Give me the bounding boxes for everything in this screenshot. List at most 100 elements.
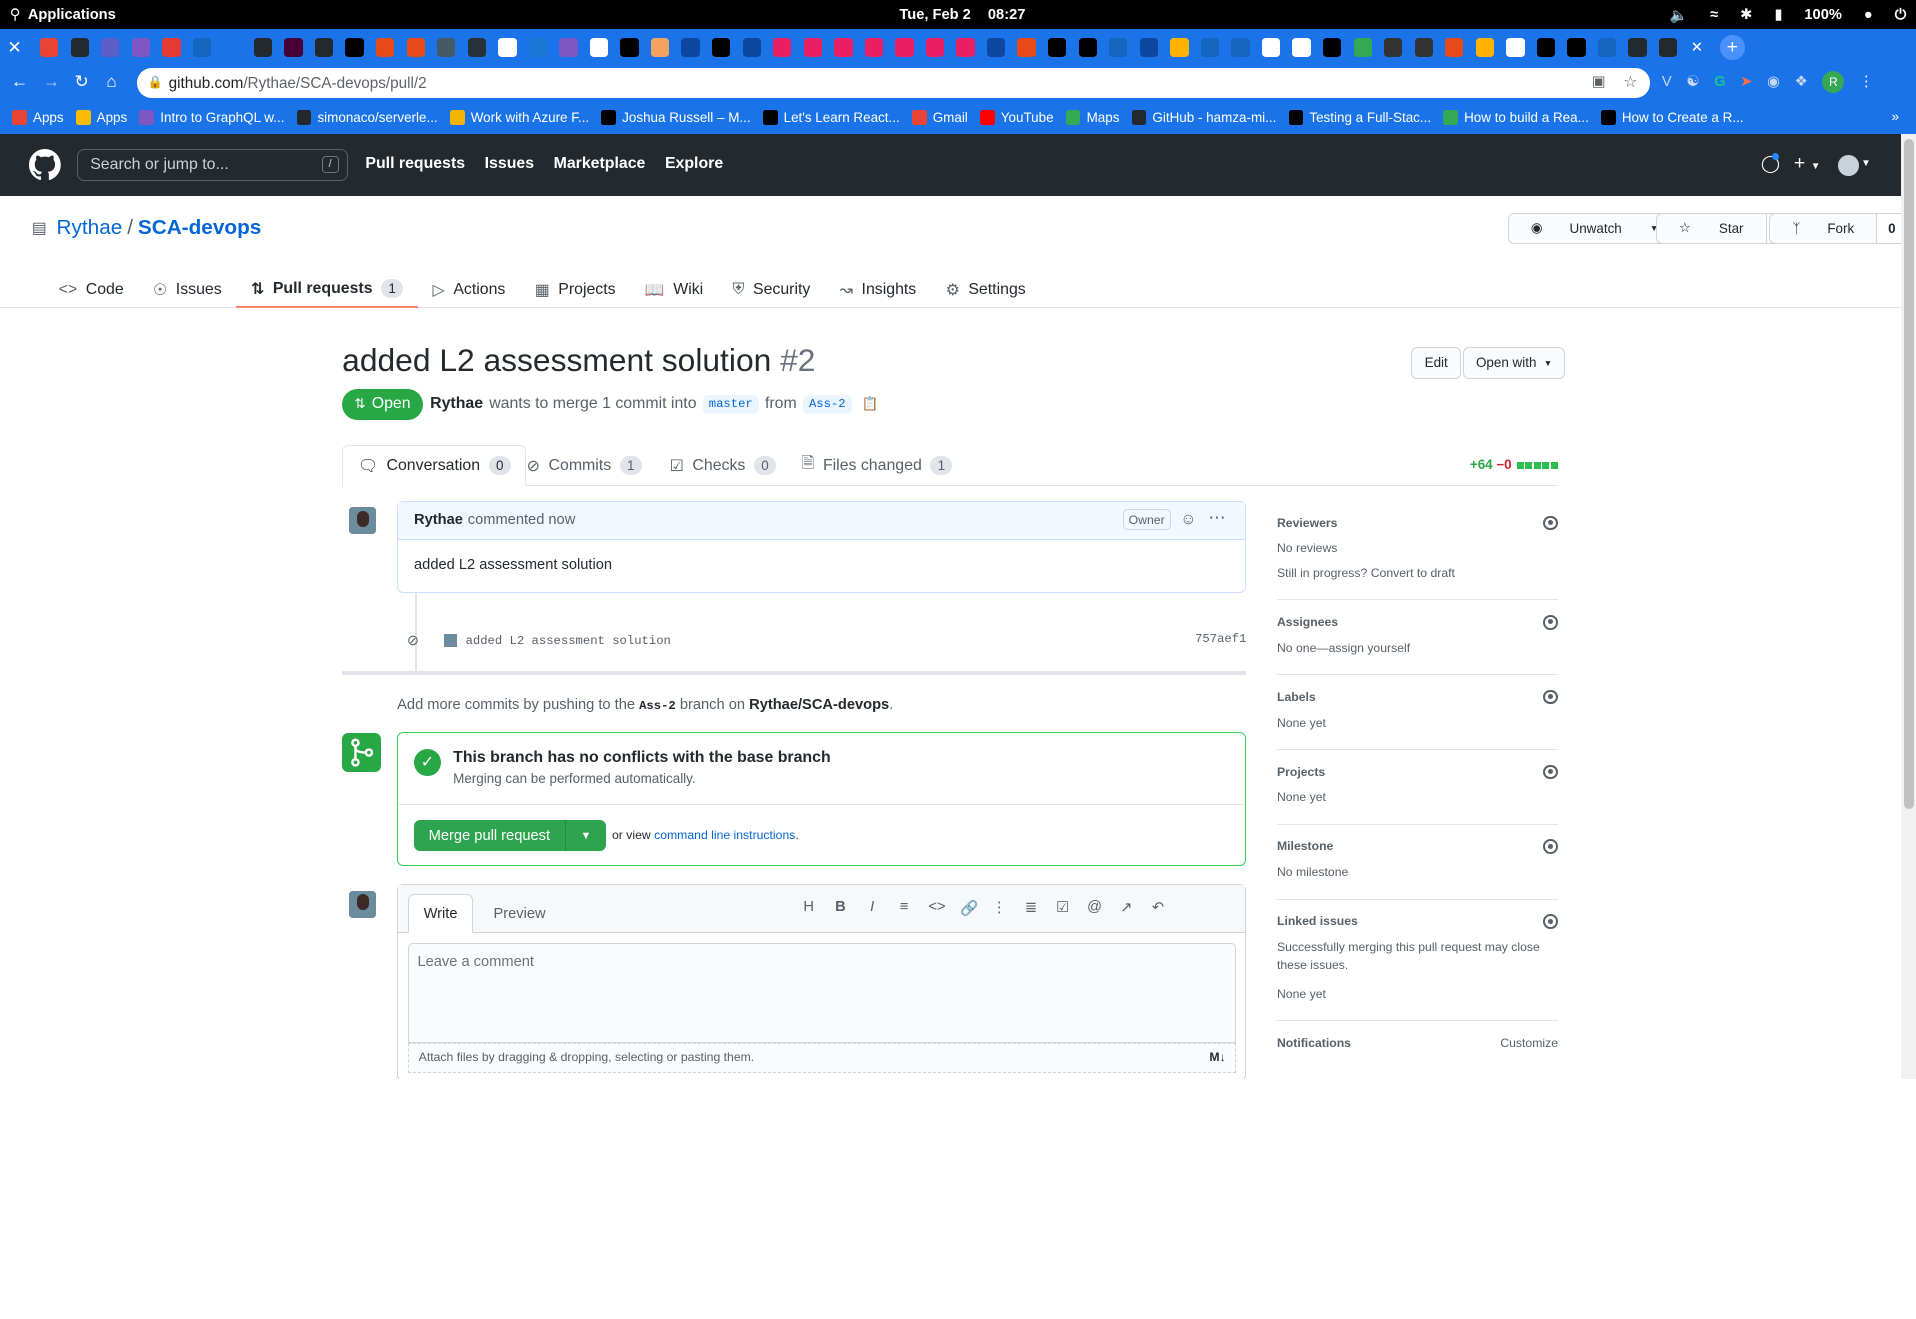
browser-tab-favicon-icon[interactable] (1261, 38, 1281, 57)
browser-tab-favicon-icon[interactable] (864, 38, 884, 57)
tab-wiki[interactable]: 📖 Wiki (630, 271, 718, 308)
kebab-menu-icon[interactable]: ⋯ (1208, 508, 1225, 528)
browser-tab-favicon-icon[interactable] (925, 38, 945, 57)
assignees-heading[interactable]: Assignees (1277, 615, 1558, 629)
bookmark-item[interactable]: Let's Learn React... (762, 110, 900, 125)
profile-avatar[interactable]: R (1822, 70, 1845, 93)
bookmark-item[interactable]: Work with Azure F... (449, 110, 589, 125)
browser-tab-favicon-icon[interactable] (589, 38, 609, 57)
create-new-dropdown[interactable]: + ▼ (1794, 152, 1821, 175)
author-link[interactable]: Rythae (430, 395, 483, 413)
quote-icon[interactable]: ≡ (897, 899, 912, 917)
bookmark-item[interactable]: How to build a Rea... (1443, 110, 1589, 125)
commit-sha[interactable]: 757aef1 (1195, 632, 1246, 646)
browser-tab-favicon-icon[interactable] (1536, 38, 1556, 57)
avatar[interactable] (349, 890, 377, 918)
browser-tab-favicon-icon[interactable] (1017, 38, 1036, 57)
power-icon[interactable]: ⏻ (1895, 7, 1907, 23)
more-bookmarks-icon[interactable]: » (1892, 109, 1899, 124)
search-input[interactable]: Search or jump to... / (76, 149, 349, 181)
wifi-icon[interactable]: ≈ (1710, 7, 1718, 23)
volume-icon[interactable]: 🔈 (1670, 6, 1688, 24)
bookmark-item[interactable]: YouTube (980, 110, 1054, 125)
tab-security[interactable]: ⛨ Security (718, 271, 825, 308)
edit-button[interactable]: Edit (1411, 347, 1461, 379)
commit-author-avatar[interactable] (443, 634, 458, 648)
projects-heading[interactable]: Projects (1277, 765, 1558, 779)
browser-tab-favicon-icon[interactable] (1384, 38, 1403, 57)
more-menu-icon[interactable]: ⋮ (1859, 73, 1874, 90)
tab-checks[interactable]: ☑ Checks 0 (670, 445, 777, 487)
italic-icon[interactable]: I (865, 899, 880, 917)
bookmark-item[interactable]: GitHub - hamza-mi... (1131, 110, 1276, 125)
preview-tab[interactable]: Preview (479, 894, 560, 933)
browser-tab-favicon-icon[interactable] (1139, 38, 1158, 57)
comment-author[interactable]: Rythae (414, 512, 463, 528)
emoji-reaction-icon[interactable]: ☺ (1180, 511, 1196, 529)
browser-tab-favicon-icon[interactable] (1353, 38, 1372, 57)
browser-tab-favicon-icon[interactable] (192, 38, 212, 57)
back-icon[interactable]: ← (11, 72, 28, 92)
browser-tab-favicon-icon[interactable] (437, 38, 456, 57)
tab-pull-requests[interactable]: ⇅ Pull requests 1 (236, 271, 418, 308)
browser-tab-favicon-icon[interactable] (834, 38, 853, 57)
gear-icon[interactable] (1543, 614, 1559, 630)
repo-owner-link[interactable]: Rythae (57, 216, 123, 240)
link-icon[interactable]: 🔗 (960, 899, 978, 917)
bookmark-item[interactable]: simonaco/serverle... (296, 110, 438, 125)
bookmark-item[interactable]: Joshua Russell – M... (601, 110, 751, 125)
write-tab[interactable]: Write (407, 894, 474, 934)
browser-tab-favicon-icon[interactable] (1048, 38, 1067, 57)
convert-to-draft-text[interactable]: Still in progress? Convert to draft (1277, 564, 1558, 582)
browser-tab-favicon-icon[interactable] (376, 38, 395, 57)
code-icon[interactable]: <> (928, 899, 945, 917)
browser-tab-favicon-icon[interactable] (70, 38, 89, 57)
browser-tab-favicon-icon[interactable] (1414, 38, 1433, 57)
browser-tab-favicon-icon[interactable] (620, 38, 639, 57)
tab-code[interactable]: <> Code (44, 271, 138, 308)
browser-tab-favicon-icon[interactable] (406, 38, 425, 57)
merge-pull-request-button[interactable]: Merge pull request (414, 819, 566, 852)
browser-tab-favicon-icon[interactable] (1628, 38, 1647, 57)
grammarly-icon[interactable]: G (1714, 74, 1725, 90)
battery-icon[interactable]: ▮ (1774, 6, 1782, 23)
tab-projects[interactable]: ▦ Projects (520, 271, 630, 308)
bulleted-list-icon[interactable]: ⋮ (992, 899, 1007, 917)
bookmark-item[interactable]: Apps (75, 110, 127, 125)
close-tab-icon[interactable]: ✕ (7, 38, 21, 58)
browser-tab-favicon-icon[interactable] (528, 38, 548, 57)
commit-message[interactable]: added L2 assessment solution (466, 634, 671, 648)
star-bookmark-icon[interactable]: ☆ (1623, 72, 1637, 92)
browser-tab-favicon-icon[interactable] (1445, 38, 1464, 57)
browser-tab-favicon-icon[interactable] (253, 38, 273, 57)
heading-icon[interactable]: H (801, 899, 816, 917)
bookmark-item[interactable]: Maps (1065, 110, 1119, 125)
extension-icon[interactable]: ☯ (1686, 73, 1699, 90)
browser-tab-favicon-icon[interactable] (1506, 38, 1525, 57)
browser-tab-favicon-icon[interactable] (1292, 38, 1311, 57)
browser-tab-favicon-icon[interactable] (1475, 38, 1495, 57)
diff-stat[interactable]: +64 −0 (1470, 457, 1559, 472)
bold-icon[interactable]: B (833, 899, 848, 917)
head-branch[interactable]: Ass-2 (802, 394, 852, 414)
puzzle-icon[interactable]: ❖ (1795, 73, 1808, 90)
gear-icon[interactable] (1543, 914, 1559, 929)
browser-tab-favicon-icon[interactable] (895, 38, 914, 57)
browser-tab-favicon-icon[interactable] (39, 38, 59, 57)
reload-icon[interactable]: ↻ (75, 72, 89, 92)
home-icon[interactable]: ⌂ (106, 72, 116, 92)
tab-conversation[interactable]: 🗨 Conversation 0 (342, 444, 527, 487)
command-line-instructions-link[interactable]: command line instructions (654, 828, 795, 842)
mention-icon[interactable]: @ (1087, 899, 1102, 917)
avatar[interactable] (349, 507, 377, 534)
browser-tab-favicon-icon[interactable] (467, 38, 486, 57)
task-list-icon[interactable]: ☑ (1055, 899, 1070, 917)
comment-timestamp[interactable]: commented now (468, 512, 576, 528)
tab-issues[interactable]: ☉ Issues (138, 271, 236, 308)
base-branch[interactable]: master (702, 394, 759, 414)
browser-tab-favicon-icon[interactable] (314, 38, 334, 57)
customize-link[interactable]: Customize (1500, 1036, 1558, 1050)
tab-commits[interactable]: ⊘ Commits 1 (527, 445, 642, 487)
github-logo-icon[interactable] (29, 149, 62, 181)
linked-issues-heading[interactable]: Linked issues (1277, 914, 1558, 928)
